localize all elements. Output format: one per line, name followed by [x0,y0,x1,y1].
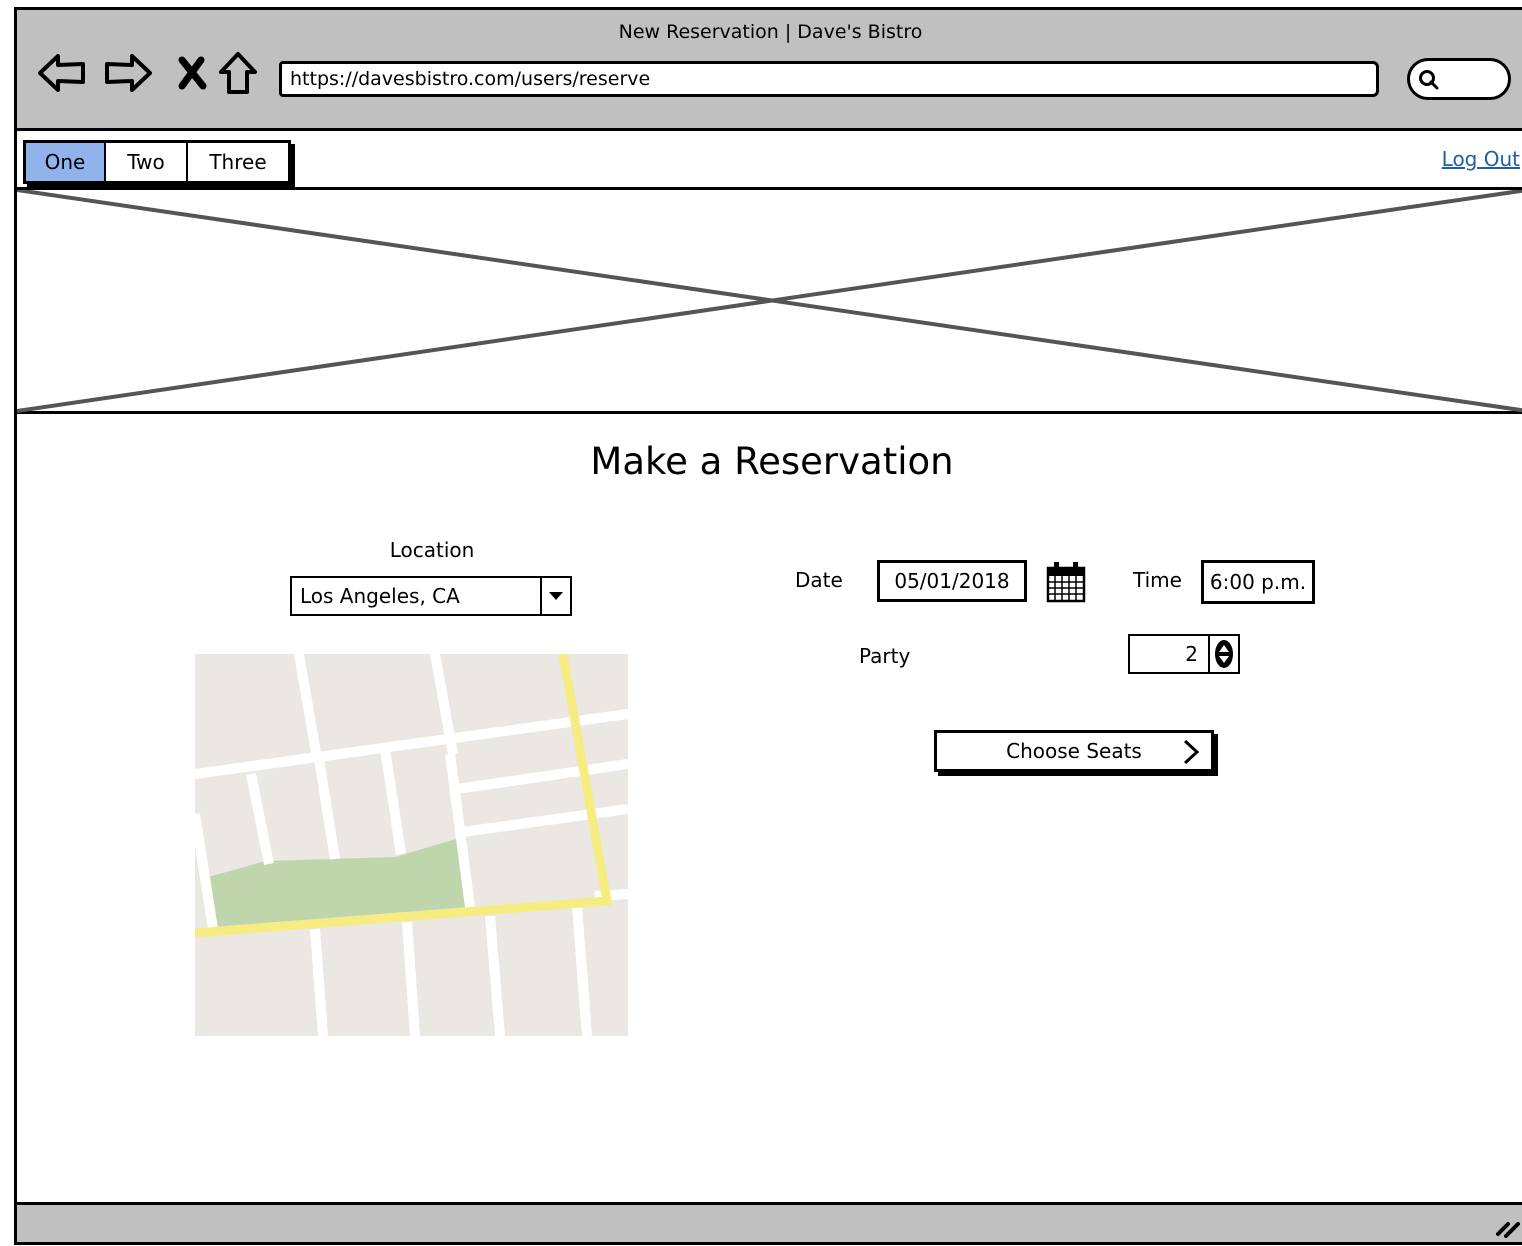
time-label: Time [1133,568,1182,592]
stepper-arrows-icon[interactable] [1208,636,1238,672]
tab-strip: One Two Three [23,140,291,184]
hero-image-placeholder [17,190,1522,414]
chevron-down-icon[interactable] [540,578,570,614]
logout-link[interactable]: Log Out [1442,147,1520,171]
window-title: New Reservation | Dave's Bistro [618,21,923,43]
party-size-value: 2 [1185,642,1198,666]
resize-grip-icon[interactable] [1494,1214,1520,1238]
tab-three[interactable]: Three [188,143,288,181]
tab-one[interactable]: One [26,143,106,181]
date-input[interactable]: 05/01/2018 [877,560,1027,602]
status-bar [17,1202,1522,1242]
browser-window: New Reservation | Dave's Bistro https://… [14,7,1522,1245]
forward-arrow-icon[interactable] [103,48,153,98]
location-select[interactable]: Los Angeles, CA [290,576,572,616]
choose-seats-label: Choose Seats [1006,739,1142,763]
browser-chrome: New Reservation | Dave's Bistro https://… [17,10,1522,131]
page-title: Make a Reservation [590,440,954,483]
home-icon[interactable] [213,48,263,98]
browser-search-input[interactable] [1407,58,1511,100]
back-arrow-icon[interactable] [37,48,87,98]
time-input[interactable]: 6:00 p.m. [1201,560,1315,604]
location-selected-value: Los Angeles, CA [300,584,460,608]
search-icon [1419,70,1439,90]
party-label: Party [859,644,911,668]
choose-seats-button[interactable]: Choose Seats [934,730,1214,772]
stop-x-icon[interactable] [167,48,217,98]
date-label: Date [795,568,843,592]
url-input[interactable]: https://davesbistro.com/users/reserve [279,61,1379,97]
calendar-icon[interactable] [1046,560,1086,608]
tab-two[interactable]: Two [106,143,188,181]
chevron-right-icon [1183,739,1200,765]
location-map[interactable] [195,654,628,1036]
location-label: Location [389,538,475,562]
party-size-stepper[interactable]: 2 [1128,634,1240,674]
top-navigation: One Two Three Log Out [17,134,1522,190]
